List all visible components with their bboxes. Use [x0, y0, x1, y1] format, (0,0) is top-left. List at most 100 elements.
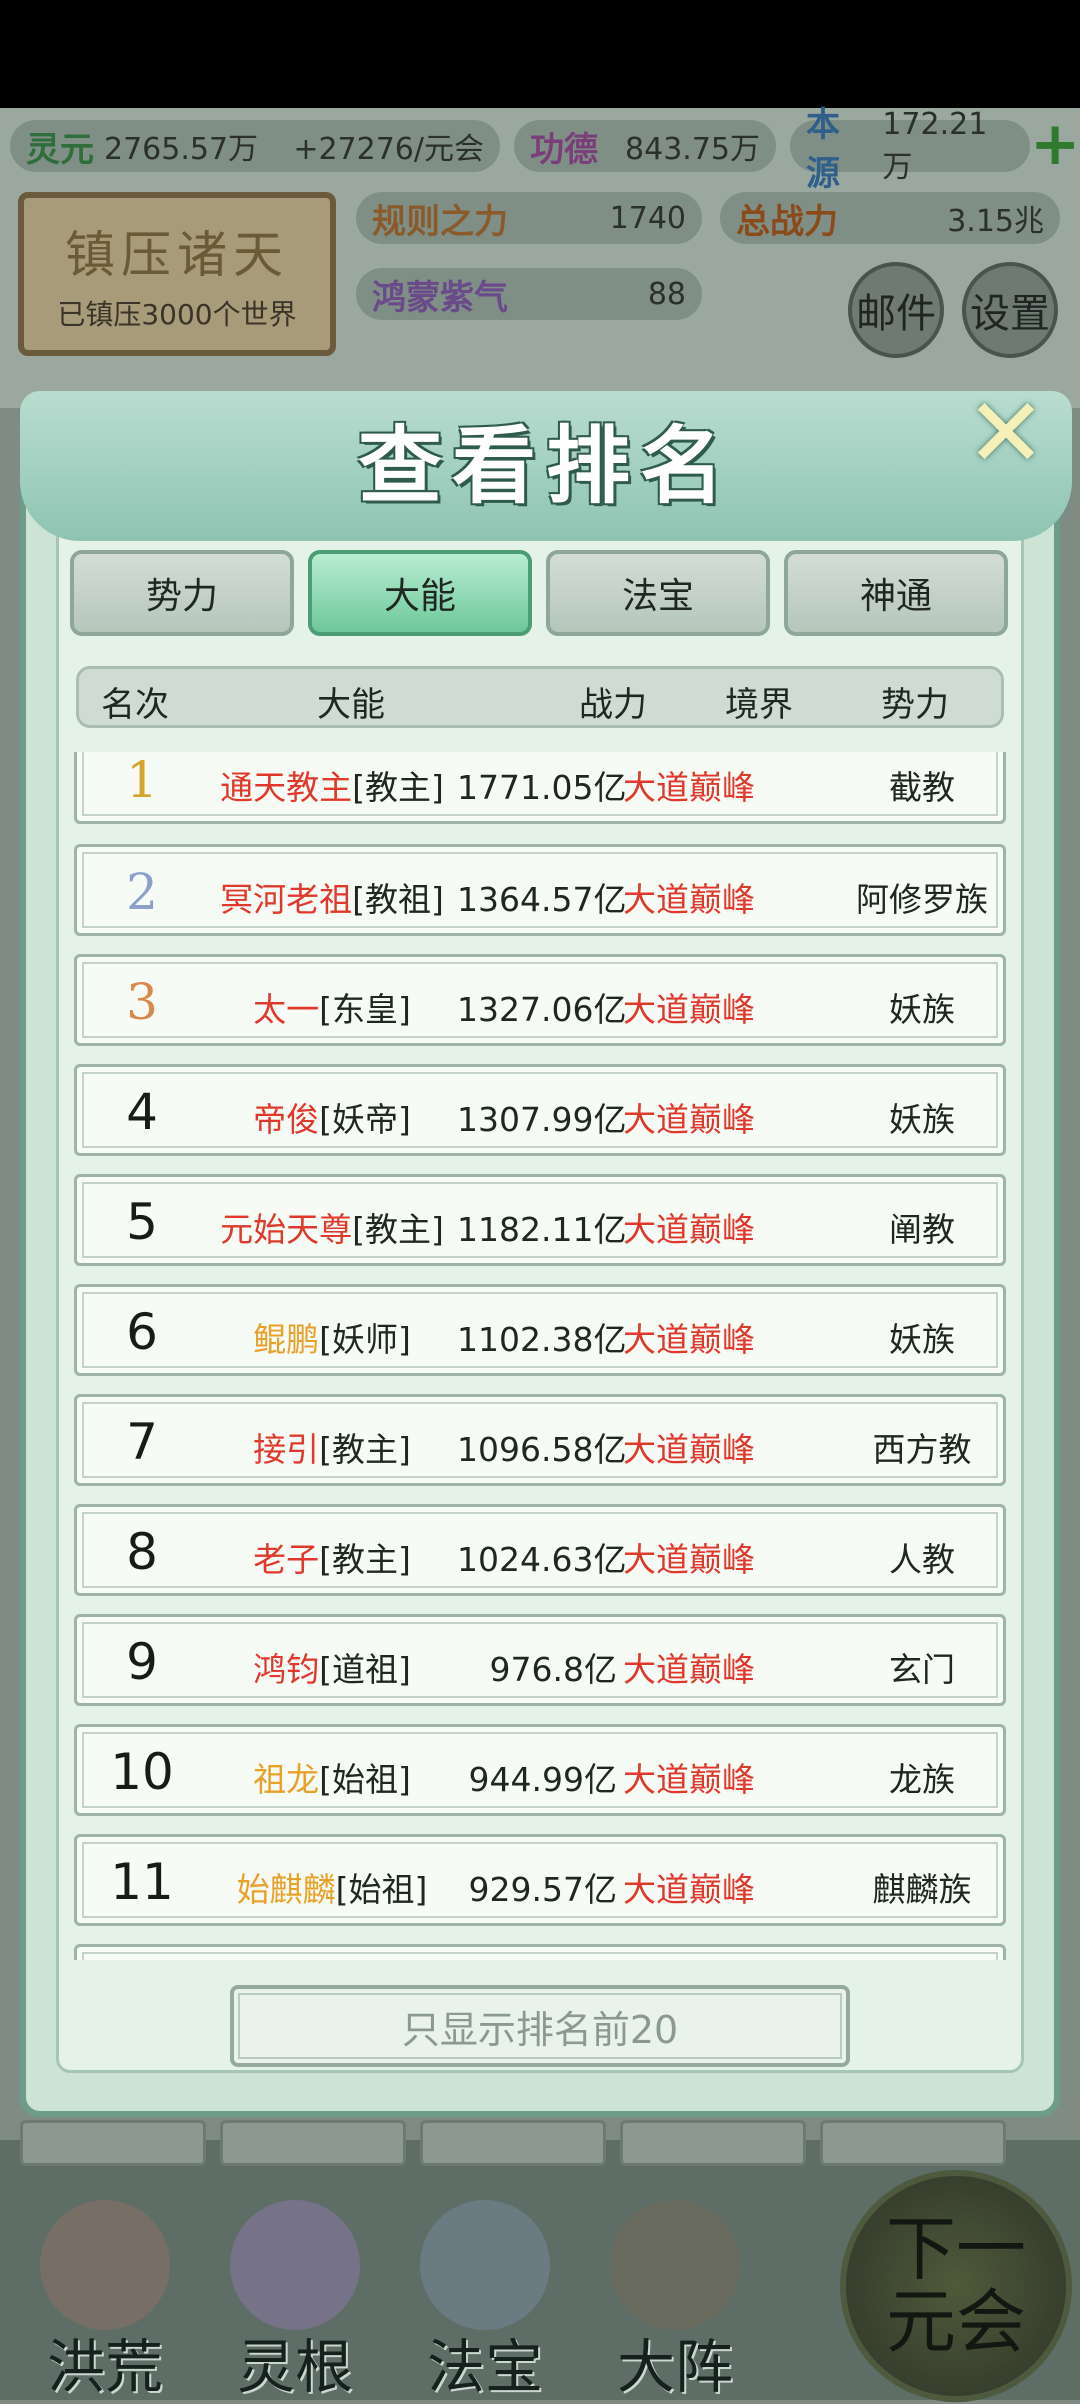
- table-row[interactable]: 7 接引[教主] 1096.58亿 大道巅峰 西方教: [74, 1394, 1006, 1486]
- row-name: 老子: [253, 1540, 320, 1579]
- zongzhanli-label: 总战力: [736, 201, 838, 242]
- seal-title: 镇压诸天: [65, 226, 289, 284]
- row-power: 1364.57亿: [457, 880, 627, 919]
- table-row[interactable]: 2 冥河老祖[教祖] 1364.57亿 大道巅峰 阿修罗族: [74, 844, 1006, 936]
- row-faction: 玄门: [889, 1650, 955, 1689]
- add-benyuan-icon[interactable]: +: [1030, 114, 1080, 174]
- ranking-list[interactable]: 1 通天教主[教主] 1771.05亿 大道巅峰 截教 2 冥河老祖[教祖] 1…: [72, 752, 1008, 1960]
- nav-slot: [20, 2120, 206, 2166]
- nav-fabao[interactable]: 法宝: [390, 2200, 580, 2401]
- table-row[interactable]: 8 老子[教主] 1024.63亿 大道巅峰 人教: [74, 1504, 1006, 1596]
- tab-shentong[interactable]: 神通: [784, 550, 1008, 636]
- nav-slot: [620, 2120, 806, 2166]
- settings-button[interactable]: 设置: [962, 262, 1058, 358]
- row-realm: 大道巅峰: [623, 768, 755, 807]
- top20-filter-button[interactable]: 只显示排名前20: [230, 1985, 850, 2067]
- row-title: [教主]: [352, 768, 444, 807]
- nav-dazhen[interactable]: 大阵: [580, 2200, 770, 2401]
- table-row[interactable]: 3 太一[东皇] 1327.06亿 大道巅峰 妖族: [74, 954, 1006, 1046]
- row-power: 1307.99亿: [457, 1100, 627, 1139]
- tab-label: 法宝: [621, 576, 694, 617]
- table-row[interactable]: 4 帝俊[妖帝] 1307.99亿 大道巅峰 妖族: [74, 1064, 1006, 1156]
- row-realm: 大道巅峰: [623, 1540, 755, 1579]
- row-power: 1096.58亿: [457, 1430, 627, 1469]
- nav-slot: [820, 2120, 1006, 2166]
- row-title: [妖帝]: [319, 1100, 411, 1139]
- row-faction: 龙族: [889, 1760, 955, 1799]
- row-faction: 阿修罗族: [856, 880, 988, 919]
- treasure-icon: [420, 2200, 550, 2330]
- zongzhanli-pill: 总战力 3.15兆: [720, 192, 1060, 244]
- row-title: [教主]: [352, 1210, 444, 1249]
- table-header: 名次 大能 战力 境界 势力: [76, 666, 1004, 728]
- row-realm: 大道巅峰: [623, 1870, 755, 1909]
- row-name: 始麒麟: [236, 1870, 336, 1909]
- row-realm: 大道巅峰: [623, 1320, 755, 1359]
- col-power: 战力: [579, 685, 647, 725]
- taiji-icon: [610, 2200, 740, 2330]
- lingyuan-rate: +27276/元会: [293, 132, 484, 167]
- rank-number: 5: [126, 1193, 158, 1251]
- nav-slot: [220, 2120, 406, 2166]
- row-name: 通天教主: [220, 768, 353, 807]
- table-row[interactable]: [74, 1944, 1006, 1960]
- tab-fabao[interactable]: 法宝: [546, 550, 770, 636]
- row-name: 元始天尊: [220, 1210, 353, 1249]
- table-row[interactable]: 10 祖龙[始祖] 944.99亿 大道巅峰 龙族: [74, 1724, 1006, 1816]
- lingyuan-label: 灵元: [26, 129, 94, 170]
- row-faction: 人教: [889, 1540, 955, 1579]
- col-rank: 名次: [101, 685, 169, 725]
- nav-label: 大阵: [616, 2333, 733, 2401]
- row-name: 鲲鹏: [253, 1320, 320, 1359]
- row-name: 太一: [253, 990, 320, 1029]
- row-faction: 妖族: [889, 1320, 955, 1359]
- table-row[interactable]: 6 鲲鹏[妖师] 1102.38亿 大道巅峰 妖族: [74, 1284, 1006, 1376]
- row-name: 鸿钧: [253, 1650, 320, 1689]
- next-era-button[interactable]: 下一元会: [840, 2170, 1072, 2402]
- row-power: 1102.38亿: [457, 1320, 627, 1359]
- suppression-seal[interactable]: 镇压诸天 已镇压3000个世界: [18, 192, 336, 356]
- row-title: [教主]: [319, 1540, 411, 1579]
- row-realm: 大道巅峰: [623, 880, 755, 919]
- table-row[interactable]: 11 始麒麟[始祖] 929.57亿 大道巅峰 麒麟族: [74, 1834, 1006, 1926]
- benyuan-pill: 本源 172.21万: [790, 105, 1030, 194]
- row-title: [道祖]: [319, 1650, 411, 1689]
- rank-number: 11: [110, 1853, 174, 1911]
- row-power: 1182.11亿: [457, 1210, 627, 1249]
- row-realm: 大道巅峰: [623, 1100, 755, 1139]
- modal-header: 查看排名: [20, 391, 1072, 541]
- tab-label: 势力: [145, 576, 218, 617]
- row-power: 1771.05亿: [457, 768, 627, 807]
- mail-label: 邮件: [856, 291, 936, 337]
- guize-label: 规则之力: [372, 201, 508, 242]
- table-row[interactable]: 9 鸿钧[道祖] 976.8亿 大道巅峰 玄门: [74, 1614, 1006, 1706]
- nav-linggen[interactable]: 灵根: [200, 2200, 390, 2401]
- col-faction: 势力: [881, 685, 949, 725]
- rank-number: 9: [126, 1633, 158, 1691]
- status-bar: [0, 0, 1080, 108]
- mail-button[interactable]: 邮件: [848, 262, 944, 358]
- close-icon[interactable]: ✕: [958, 385, 1054, 481]
- row-power: 1327.06亿: [457, 990, 627, 1029]
- next-era-label: 下一元会: [886, 2207, 1026, 2363]
- tab-daneng[interactable]: 大能: [308, 550, 532, 636]
- table-row[interactable]: 5 元始天尊[教主] 1182.11亿 大道巅峰 阐教: [74, 1174, 1006, 1266]
- nav-honghuang[interactable]: 洪荒: [10, 2200, 200, 2401]
- rank-number: 7: [126, 1413, 158, 1471]
- row-title: [教祖]: [352, 880, 444, 919]
- guize-value: 1740: [609, 200, 686, 236]
- table-row[interactable]: 1 通天教主[教主] 1771.05亿 大道巅峰 截教: [74, 752, 1006, 824]
- gongde-label: 功德: [530, 129, 598, 170]
- nav-slot: [420, 2120, 606, 2166]
- lingyuan-pill: 灵元 2765.57万 +27276/元会: [10, 120, 500, 172]
- col-realm: 境界: [725, 685, 793, 725]
- row-title: [妖师]: [319, 1320, 411, 1359]
- row-realm: 大道巅峰: [623, 1430, 755, 1469]
- gongde-pill: 功德 843.75万: [514, 120, 776, 172]
- lingyuan-value: 2765.57万: [104, 132, 259, 167]
- rank-number: 1: [126, 752, 158, 809]
- hongmeng-label: 鸿蒙紫气: [372, 277, 508, 318]
- top20-filter-label: 只显示排名前20: [401, 2007, 679, 2052]
- rank-number: 4: [126, 1083, 158, 1141]
- tab-shili[interactable]: 势力: [70, 550, 294, 636]
